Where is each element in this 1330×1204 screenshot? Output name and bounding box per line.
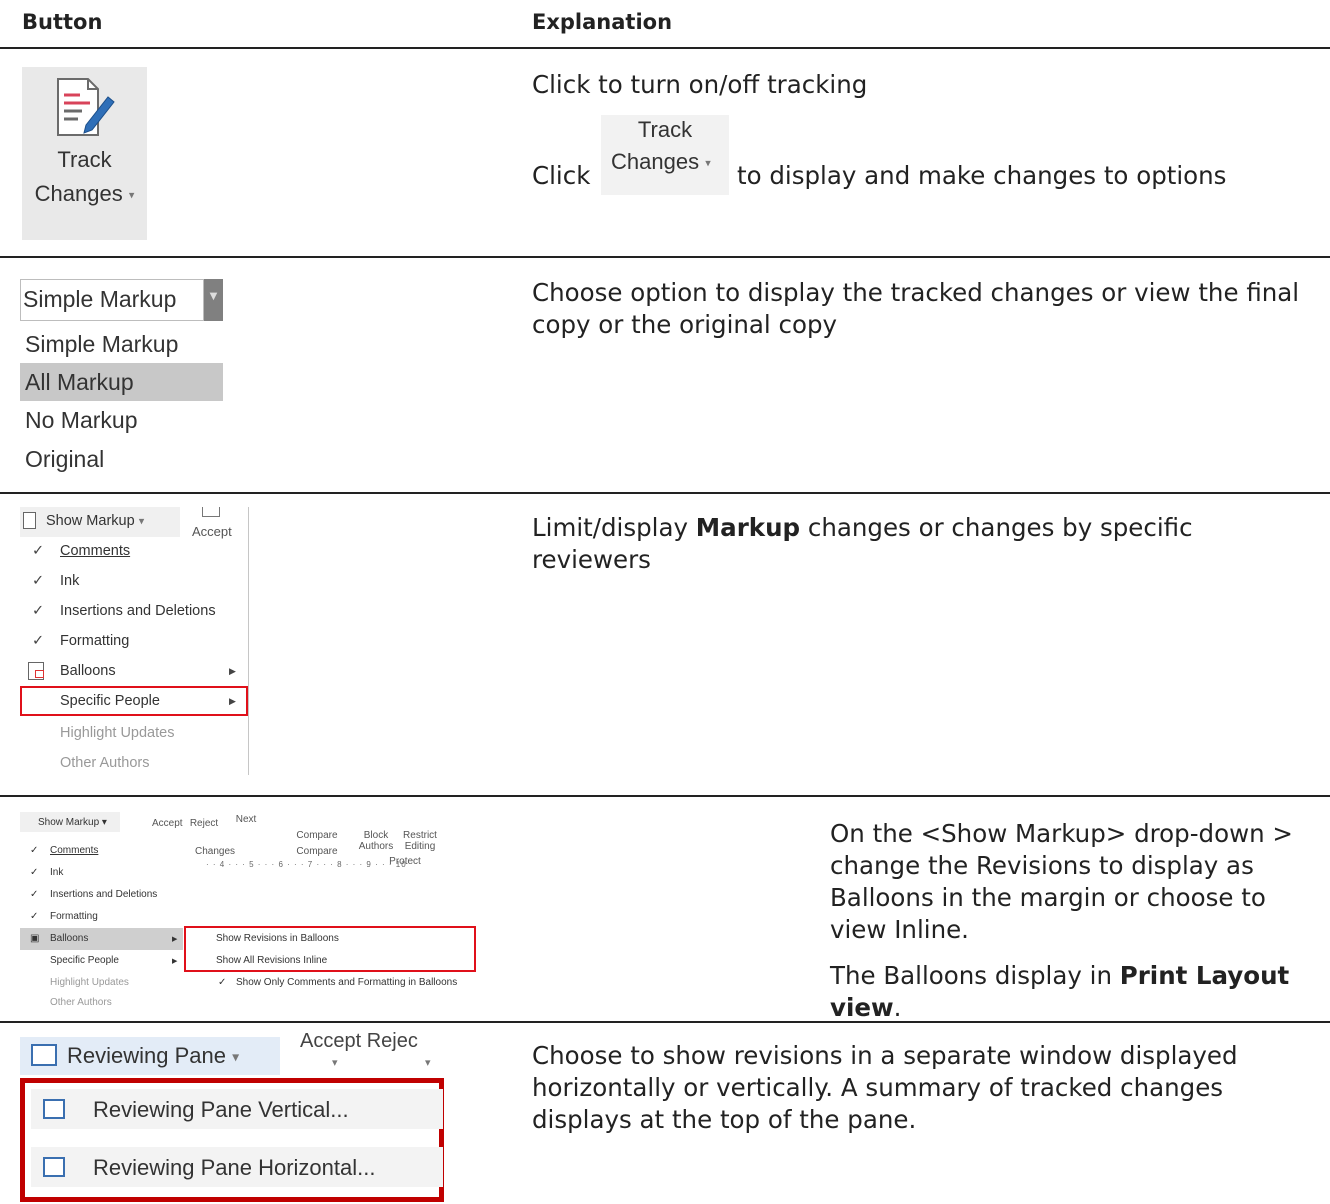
submenu-arrow-icon: ▶ [172,958,178,965]
block-authors-button[interactable]: Block Authors [356,830,396,852]
track-changes-icon [57,78,115,136]
explanation-column-header: Explanation [532,10,673,34]
row-divider [0,1021,1330,1023]
check-icon: ✓ [32,633,45,649]
check-icon: ✓ [218,977,227,988]
track-changes-label-line1: Track [57,147,112,172]
row-divider [0,492,1330,494]
balloons-icon [28,662,44,680]
submenu-arrow-icon: ▶ [229,666,236,676]
button-column-header: Button [22,10,103,34]
menu-item-other-authors: Other Authors [50,997,112,1008]
menu-item-highlight-updates: Highlight Updates [50,977,129,988]
check-icon: ✓ [30,867,39,878]
markup-option-all[interactable]: All Markup [20,363,223,401]
accept-reject-partial[interactable]: Accept Rejec ▾ ▾ [280,1030,445,1075]
check-icon: ✓ [32,573,45,589]
show-markup-button[interactable]: Show Markup ▾ [20,507,180,537]
menu-item-insertions-deletions[interactable]: ✓ Insertions and Deletions [20,597,249,627]
row5-text: Choose to show revisions in a separate w… [532,1041,1238,1134]
menu-item-comments[interactable]: ✓ Comments [20,840,183,862]
track-changes-label-line2: Changes ▾ [34,181,135,206]
highlight-box [184,926,476,972]
dropdown-caret-icon: ▾ [138,515,145,528]
show-markup-menu: Show Markup ▾ Accept ✓ Comments ✓ Ink ✓ Ins… [20,507,249,775]
check-icon: ✓ [32,603,45,619]
menu-item-comments[interactable]: ✓ Comments [20,537,249,567]
reject-button[interactable]: Reject [184,818,224,829]
submenu-show-only-comments[interactable]: ✓ Show Only Comments and Formatting in Ba… [206,972,486,994]
pane-horizontal-icon [43,1157,65,1177]
highlight-box [20,686,248,716]
compare-group-label: Compare [296,846,338,857]
menu-item-specific-people[interactable]: Specific People ▶ [20,950,183,972]
track-changes-button[interactable]: Track Changes ▾ [22,67,147,240]
dropdown-caret-icon: ▾ [705,157,711,170]
row4-text1: On the <Show Markup> drop-down > change … [830,819,1293,944]
row1-text1: Click to turn on/off tracking [532,70,868,99]
header-divider [0,47,1330,49]
menu-item-pane-horizontal[interactable]: Reviewing Pane Horizontal... [31,1147,443,1187]
accept-button[interactable]: Accept [152,818,183,829]
show-markup-balloons-menu: Show Markup ▾ Accept Reject Next Changes… [20,812,476,1012]
balloons-icon: ▣ [30,933,40,944]
menu-item-formatting[interactable]: ✓ Formatting [20,906,183,928]
markup-option-simple[interactable]: Simple Markup [20,325,223,363]
markup-option-none[interactable]: No Markup [20,401,223,439]
reviewing-pane-button[interactable]: Reviewing Pane ▾ [20,1037,280,1075]
menu-item-ink[interactable]: ✓ Ink [20,862,183,884]
menu-item-formatting[interactable]: ✓ Formatting [20,627,249,657]
dropdown-caret-icon: ▾ [128,189,135,202]
track-changes-dropdown-button[interactable]: Track Changes ▾ [601,115,729,195]
ruler: · · 4 · · · 5 · · · 6 · · · 7 · · · 8 · … [206,860,407,869]
markup-option-original[interactable]: Original [20,440,223,478]
pane-vertical-icon [43,1099,65,1119]
compare-button[interactable]: Compare [292,830,342,841]
show-markup-button[interactable]: Show Markup ▾ [20,812,120,832]
document-icon [23,512,36,529]
dropdown-caret-icon: ▾ [232,1048,240,1065]
check-icon: ✓ [30,889,39,900]
next-button[interactable]: Next [226,814,266,825]
accept-button-partial[interactable]: Accept [180,507,249,539]
track-changes-inline-line2: Changes ▾ [611,149,711,174]
menu-item-ink[interactable]: ✓ Ink [20,567,249,597]
reviewing-pane-icon [31,1044,57,1066]
row2-text: Choose option to display the tracked cha… [532,278,1300,339]
row4-text2: The Balloons display in Print Layout vie… [830,961,1290,1022]
row-divider [0,795,1330,797]
row1-text2-post: to display and make changes to options [737,161,1227,190]
changes-group-label: Changes [194,846,236,857]
reviewing-pane-menu: Reviewing Pane Vertical... Reviewing Pan… [20,1078,444,1202]
menu-item-other-authors: Other Authors [60,755,150,771]
row-divider [0,256,1330,258]
menu-item-balloons[interactable]: ▣ Balloons ▶ [20,928,183,950]
check-icon: ✓ [30,845,39,856]
menu-item-pane-vertical[interactable]: Reviewing Pane Vertical... [31,1089,443,1129]
row3-text: Limit/display Markup changes or changes … [532,513,1193,574]
row1-text2-pre: Click [532,161,591,190]
restrict-editing-button[interactable]: Restrict Editing [398,830,442,852]
submenu-arrow-icon: ▶ [172,936,178,943]
check-icon: ✓ [32,543,45,559]
markup-select[interactable]: Simple Markup [20,279,204,321]
check-icon: ✓ [30,911,39,922]
track-changes-inline-line1: Track [637,117,693,142]
chevron-down-icon[interactable]: ▼ [204,279,223,321]
menu-item-highlight-updates: Highlight Updates [60,725,175,741]
menu-item-balloons[interactable]: Balloons ▶ [20,657,249,687]
menu-item-insertions-deletions[interactable]: ✓ Insertions and Deletions [20,884,183,906]
